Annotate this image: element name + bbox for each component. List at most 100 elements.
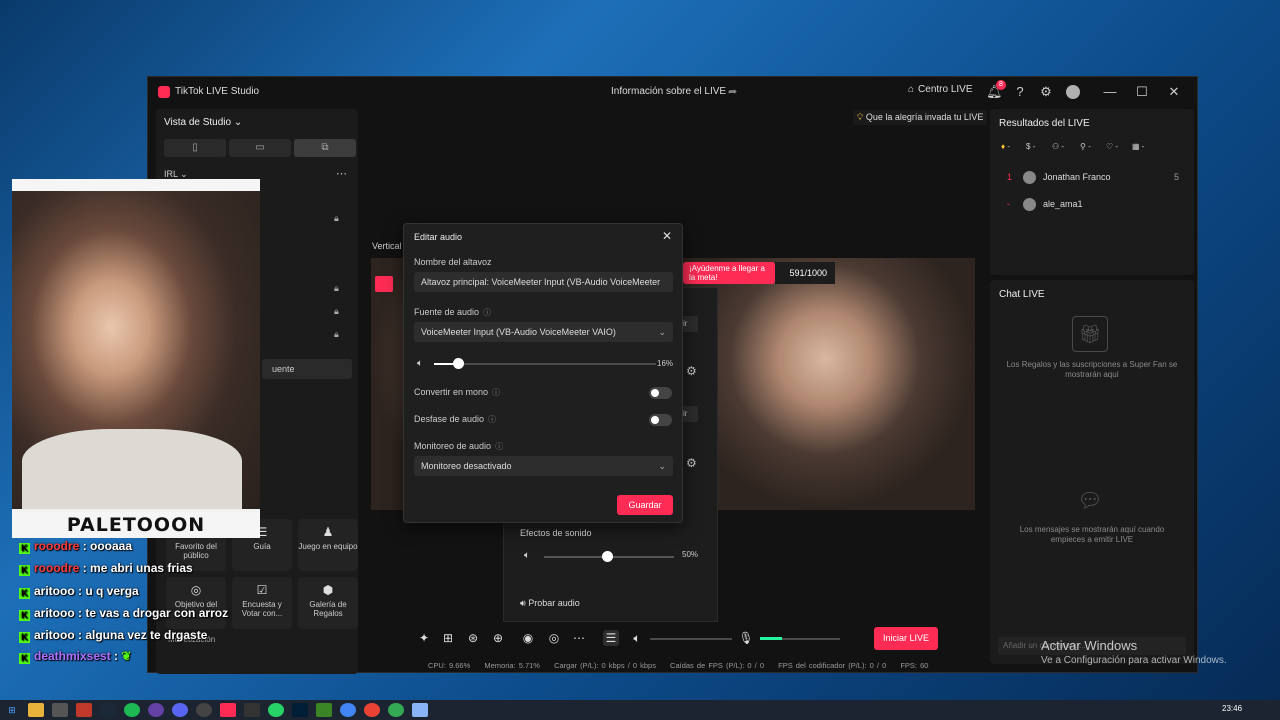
fps-drop-stat: Caídas de FPS (P/L): 0 / 0 [670, 661, 765, 670]
avatar[interactable] [1023, 171, 1036, 184]
dialog-title: Editar audio [414, 232, 463, 242]
gifts-filter[interactable]: ▦ - [1132, 142, 1144, 151]
gear-icon[interactable]: ⚙ [1038, 84, 1054, 100]
kick-icon: K [19, 632, 30, 643]
audio-mixer-icon[interactable]: ☰ [603, 630, 619, 646]
speaker-volume-track[interactable] [650, 638, 732, 640]
tool-label: Encuesta y Votar con... [241, 600, 283, 618]
avatar[interactable] [1023, 198, 1036, 211]
chat-user: deathmixsest [34, 649, 111, 663]
monitor-value: Monitoreo desactivado [421, 461, 512, 471]
gear-icon[interactable]: ⚙ [686, 456, 697, 470]
windows-start-icon[interactable]: ⊞ [4, 703, 20, 717]
minecraft-icon[interactable] [316, 703, 332, 717]
volume-track[interactable] [434, 363, 656, 365]
lock-icon[interactable]: 🔒︎ [334, 213, 339, 224]
offset-toggle[interactable] [649, 414, 672, 426]
audio-wave-icon: 🔊︎ [520, 598, 526, 608]
effects-icon[interactable]: ⊛ [465, 630, 481, 646]
app-icon[interactable] [244, 703, 260, 717]
close-window-button[interactable]: ✕ [1166, 84, 1182, 100]
chrome-icon[interactable] [388, 703, 404, 717]
chrome-icon[interactable] [364, 703, 380, 717]
viewer-name[interactable]: Jonathan Franco [1043, 172, 1111, 182]
overlay-chat-line: Kdeathmixsest : ❦ [19, 649, 131, 664]
filter-value: - [1115, 142, 1119, 151]
coin-filter[interactable]: $ - [1026, 142, 1035, 151]
info-icon[interactable]: ⓘ [492, 388, 500, 397]
audio-source-select[interactable]: VoiceMeeter Input (VB-Audio VoiceMeeter … [414, 322, 673, 342]
calculator-icon[interactable] [52, 703, 68, 717]
tool-team-game[interactable]: ♟ Juego en equipo [298, 519, 358, 571]
twitch-icon[interactable] [148, 703, 164, 717]
speaker-icon[interactable]: 🔈︎ [629, 630, 645, 646]
more-icon[interactable]: ⋯ [571, 630, 587, 646]
lock-icon[interactable]: 🔒︎ [334, 329, 339, 340]
speaker-icon[interactable]: 🔈︎ [524, 550, 530, 561]
whatsapp-icon[interactable] [268, 703, 284, 717]
avatar[interactable] [1066, 85, 1080, 99]
minimize-button[interactable]: — [1102, 84, 1118, 100]
tool-goal[interactable]: ◎ Objetivo del [166, 577, 226, 629]
magic-wand-icon[interactable]: ✦ [416, 630, 432, 646]
vertical-view-tab[interactable]: ▯ [164, 139, 226, 157]
maximize-button[interactable]: ☐ [1134, 84, 1150, 100]
file-explorer-icon[interactable] [28, 703, 44, 717]
camera-settings-icon[interactable]: ◎ [546, 630, 562, 646]
record-icon[interactable]: ◉ [520, 630, 536, 646]
volume-thumb[interactable] [453, 358, 465, 369]
audio-source-label: Fuente de audio ⓘ [414, 307, 491, 318]
dual-view-tab[interactable]: ⧉ [294, 139, 356, 157]
steam-icon[interactable] [100, 703, 116, 717]
close-icon[interactable]: ✕ [662, 229, 672, 243]
studio-view-dropdown[interactable]: Vista de Studio ⌄ [164, 117, 242, 128]
webcam-overlay: PALETOOON [12, 179, 260, 538]
sound-effects-label: Efectos de sonido [520, 528, 592, 538]
kick-icon: K [19, 588, 30, 599]
tip-banner[interactable]: 💡︎ Que la alegría invada tu LIVE [853, 110, 988, 125]
gear-icon[interactable]: ⚙ [686, 364, 697, 378]
photoshop-icon[interactable] [292, 703, 308, 717]
live-info-title[interactable]: Información sobre el LIVE [611, 86, 726, 97]
speaker-icon[interactable]: 🔈︎ [417, 358, 423, 369]
test-audio-button[interactable]: 🔊︎ Probar audio [520, 598, 580, 609]
viewer-name[interactable]: ale_ama1 [1043, 199, 1083, 209]
monitor-select[interactable]: Monitoreo desactivado ⌄ [414, 456, 673, 476]
more-options-icon[interactable]: ⋯ [336, 167, 347, 180]
mono-toggle[interactable] [649, 387, 672, 399]
layout-icon[interactable]: ⊞ [440, 630, 456, 646]
start-live-button[interactable]: Iniciar LIVE [874, 627, 938, 650]
app-icon[interactable] [412, 703, 428, 717]
tool-gift-gallery[interactable]: ⬢ Galería de Regalos [298, 577, 358, 629]
taskbar-clock: 23:46 [1222, 704, 1243, 713]
discord-icon[interactable] [172, 703, 188, 717]
viewers-filter[interactable]: ⚇ - [1052, 142, 1064, 151]
horizontal-view-tab[interactable]: ▭ [229, 139, 291, 157]
info-icon[interactable]: ⓘ [495, 442, 503, 451]
followers-filter[interactable]: ⚲ - [1080, 142, 1091, 151]
add-source-button[interactable]: uente [262, 359, 352, 379]
share-icon[interactable]: ➦ [728, 85, 737, 98]
chat-title: Chat LIVE [999, 289, 1045, 300]
chrome-icon[interactable] [340, 703, 356, 717]
app-icon[interactable] [76, 703, 92, 717]
tiktok-icon[interactable] [220, 703, 236, 717]
save-button[interactable]: Guardar [617, 495, 673, 515]
info-icon[interactable]: ⓘ [488, 415, 496, 424]
help-icon[interactable]: ? [1012, 84, 1028, 100]
monitor-text: Monitoreo de audio [414, 441, 492, 451]
obs-icon[interactable] [196, 703, 212, 717]
speaker-name-input[interactable]: Altavoz principal: VoiceMeeter Input (VB… [414, 272, 673, 292]
add-source-icon[interactable]: ⊕ [490, 630, 506, 646]
microphone-icon[interactable]: 🎙︎ [738, 630, 754, 646]
activate-windows-title: Activar Windows [1041, 638, 1138, 653]
likes-filter[interactable]: ♡ - [1106, 142, 1118, 151]
tool-poll[interactable]: ☑ Encuesta y Votar con... [232, 577, 292, 629]
effects-volume-thumb[interactable] [602, 551, 613, 562]
diamond-filter[interactable]: ♦ - [1001, 142, 1010, 151]
spotify-icon[interactable] [124, 703, 140, 717]
info-icon[interactable]: ⓘ [483, 308, 491, 317]
live-center-button[interactable]: ⌂ Centro LIVE [908, 84, 973, 95]
lock-icon[interactable]: 🔒︎ [334, 283, 339, 294]
lock-icon[interactable]: 🔒︎ [334, 306, 339, 317]
